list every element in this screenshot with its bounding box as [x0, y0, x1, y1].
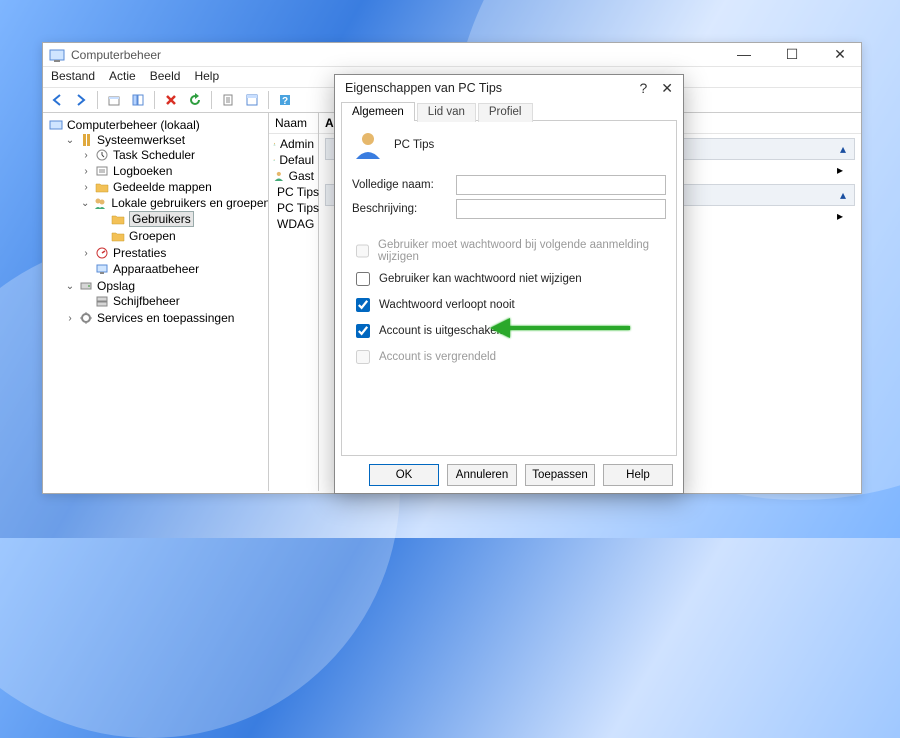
refresh-button[interactable] [185, 90, 205, 110]
show-hide-button[interactable] [128, 90, 148, 110]
tree-gedeelde-mappen[interactable]: ›Gedeelde mappen [81, 180, 266, 194]
menu-help[interactable]: Help [194, 69, 219, 83]
svg-text:?: ? [282, 96, 288, 107]
tab-lid-van[interactable]: Lid van [417, 103, 476, 122]
tree-systeemwerkset[interactable]: ⌄Systeemwerkset [65, 133, 266, 147]
app-icon [49, 47, 65, 63]
description-label: Beschrijving: [352, 203, 448, 215]
tree-apparaatbeheer[interactable]: Apparaatbeheer [81, 262, 266, 276]
chk-cannot-change-pw[interactable]: Gebruiker kan wachtwoord niet wijzigen [352, 269, 666, 289]
help-button[interactable]: Help [603, 464, 673, 486]
tree-services[interactable]: ›Services en toepassingen [65, 311, 266, 325]
tree-opslag[interactable]: ⌄Opslag [65, 279, 266, 293]
tree-lokale-gebruikers-groepen[interactable]: ⌄Lokale gebruikers en groepen [81, 196, 266, 210]
close-button[interactable]: ✕ [825, 46, 855, 63]
maximize-button[interactable]: ☐ [777, 46, 807, 63]
collapse-icon: ▴ [840, 188, 846, 202]
delete-button[interactable] [161, 90, 181, 110]
menu-bestand[interactable]: Bestand [51, 69, 95, 83]
cancel-button[interactable]: Annuleren [447, 464, 517, 486]
dialog-title: Eigenschappen van PC Tips [345, 81, 502, 95]
tree-schijfbeheer[interactable]: Schijfbeheer [81, 294, 266, 308]
menu-actie[interactable]: Actie [109, 69, 136, 83]
dialog-close-button[interactable]: ✕ [661, 80, 673, 97]
chk-account-locked: Account is vergrendeld [352, 347, 666, 367]
dialog-titlebar: Eigenschappen van PC Tips ? ✕ [335, 75, 683, 101]
chk-must-change-pw: Gebruiker moet wachtwoord bij volgende a… [352, 239, 666, 263]
menu-beeld[interactable]: Beeld [150, 69, 181, 83]
back-button[interactable] [47, 90, 67, 110]
list-item[interactable]: PC Tips [273, 200, 314, 216]
user-icon [352, 129, 384, 161]
tab-profiel[interactable]: Profiel [478, 103, 533, 122]
annotation-arrow [490, 313, 630, 348]
list-item[interactable]: Admin [273, 136, 314, 152]
tree-groepen[interactable]: Groepen [97, 229, 266, 243]
apply-button[interactable]: Toepassen [525, 464, 595, 486]
ok-button[interactable]: OK [369, 464, 439, 486]
tree-prestaties[interactable]: ›Prestaties [81, 246, 266, 260]
help-button[interactable]: ? [275, 90, 295, 110]
window-title: Computerbeheer [71, 48, 161, 62]
collapse-icon: ▴ [840, 142, 846, 156]
properties-dialog: Eigenschappen van PC Tips ? ✕ Algemeen L… [334, 74, 684, 494]
tab-bar: Algemeen Lid van Profiel [335, 102, 683, 121]
forward-button[interactable] [71, 90, 91, 110]
export-button[interactable] [218, 90, 238, 110]
tree-gebruikers[interactable]: Gebruikers [97, 211, 266, 227]
dialog-footer: OK Annuleren Toepassen Help [335, 456, 683, 486]
tree-logboeken[interactable]: ›Logboeken [81, 164, 266, 178]
chevron-right-icon: ▸ [837, 163, 843, 177]
fullname-input[interactable] [456, 175, 666, 195]
list-item[interactable]: WDAG [273, 216, 314, 232]
titlebar: Computerbeheer — ☐ ✕ [43, 43, 861, 67]
minimize-button[interactable]: — [729, 46, 759, 63]
list-item[interactable]: Gast [273, 168, 314, 184]
tree-root[interactable]: Computerbeheer (lokaal) [49, 118, 266, 132]
tab-algemeen[interactable]: Algemeen [341, 102, 415, 121]
tree-task-scheduler[interactable]: ›Task Scheduler [81, 148, 266, 162]
list-item[interactable]: PC Tips [273, 184, 314, 200]
description-input[interactable] [456, 199, 666, 219]
tree-pane[interactable]: Computerbeheer (lokaal) ⌄Systeemwerkset … [43, 113, 269, 491]
username-label: PC Tips [394, 139, 434, 151]
chevron-right-icon: ▸ [837, 209, 843, 223]
chk-pw-never-expires[interactable]: Wachtwoord verloopt nooit [352, 295, 666, 315]
list-item[interactable]: Defaul [273, 152, 314, 168]
list-header: Naam [269, 113, 318, 134]
fullname-label: Volledige naam: [352, 179, 448, 191]
tab-content: PC Tips Volledige naam: Beschrijving: Ge… [341, 120, 677, 456]
list-pane: Naam Admin Defaul Gast PC Tips PC Tips W… [269, 113, 319, 491]
up-button[interactable] [104, 90, 124, 110]
properties-button[interactable] [242, 90, 262, 110]
dialog-help-button[interactable]: ? [639, 80, 647, 97]
